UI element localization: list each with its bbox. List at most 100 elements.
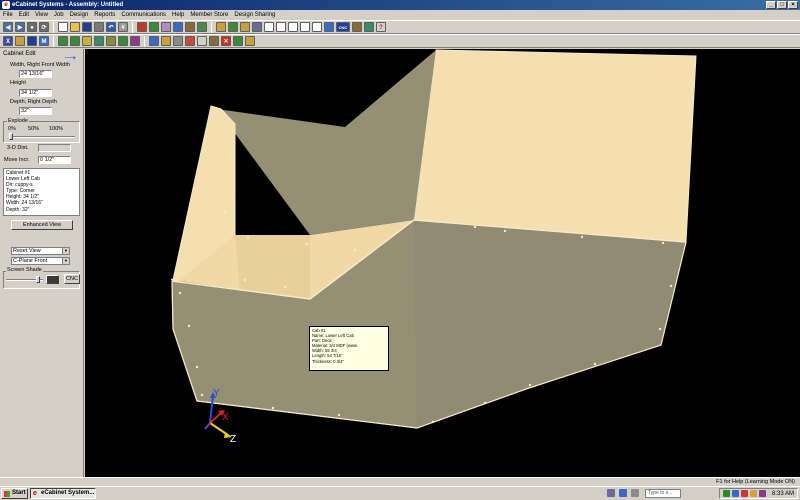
save-icon[interactable] [82, 22, 92, 32]
grid-icon[interactable]: # [118, 22, 128, 32]
explode-slider-track [9, 136, 75, 138]
menu-file[interactable]: File [3, 10, 13, 20]
measure-icon[interactable] [185, 36, 195, 46]
cabinet-icon[interactable] [228, 22, 238, 32]
open-folder-icon[interactable] [70, 22, 80, 32]
part-icon[interactable] [216, 22, 226, 32]
expand-arrow-icon[interactable]: ⟶ [60, 54, 80, 62]
color-icon[interactable] [137, 22, 147, 32]
menu-job[interactable]: Job [54, 10, 64, 20]
settings-icon[interactable] [364, 22, 374, 32]
assemble-icon[interactable] [245, 36, 255, 46]
cab-rotate-icon[interactable] [130, 36, 140, 46]
report2-icon[interactable] [276, 22, 286, 32]
cab-drawer-icon[interactable] [82, 36, 92, 46]
app-logo-icon: e [2, 1, 10, 9]
panel-icon[interactable] [233, 36, 243, 46]
report-icon[interactable] [264, 22, 274, 32]
windows-logo-icon [4, 491, 10, 497]
start-button[interactable]: Start [1, 488, 28, 499]
info-line: Depth: 32" [6, 206, 30, 213]
enhanced-view-button[interactable]: Enhanced View [11, 220, 73, 230]
menu-design[interactable]: Design [70, 10, 89, 20]
view-icon[interactable] [149, 36, 159, 46]
cab-corner-icon[interactable] [106, 36, 116, 46]
menu-edit[interactable]: Edit [19, 10, 29, 20]
machine-icon[interactable] [352, 22, 362, 32]
cnc-icon[interactable]: CNC [336, 22, 350, 32]
menu-design-sharing[interactable]: Design Sharing [234, 10, 275, 20]
depth-field[interactable]: 32" [19, 107, 52, 115]
print-icon[interactable] [94, 22, 104, 32]
system-tray: 8:33 AM [718, 488, 798, 499]
help-icon[interactable]: ? [376, 22, 386, 32]
quick-launch-icon-1[interactable] [607, 489, 615, 497]
menu-help[interactable]: Help [172, 10, 184, 20]
3d-viewport[interactable]: Y X Z Cab #1 Name: Lower Left Cab Part: De… [85, 49, 800, 477]
menu-reports[interactable]: Reports [94, 10, 115, 20]
main-icon[interactable]: M [39, 36, 49, 46]
toolbar-separator [53, 21, 54, 33]
drawer-icon[interactable] [240, 22, 250, 32]
close-button[interactable]: × [788, 1, 798, 9]
network-icon[interactable] [324, 22, 334, 32]
start-label: Start [12, 490, 26, 496]
layout-icon[interactable] [161, 36, 171, 46]
spacer-icon[interactable] [197, 36, 207, 46]
taskbar-item-label: eCabinet System... [41, 490, 95, 496]
cab-face-icon[interactable] [94, 36, 104, 46]
move-incr-field[interactable]: 0 1/2" [38, 156, 71, 164]
door-icon[interactable] [197, 22, 207, 32]
height-field[interactable]: 34 1/2" [19, 89, 52, 97]
camera-icon[interactable] [173, 36, 183, 46]
undo-icon[interactable]: ↶ [106, 22, 116, 32]
security-tray-icon[interactable] [740, 490, 748, 497]
width-field[interactable]: 24 13/16" [19, 70, 52, 78]
network-tray-icon[interactable] [722, 490, 730, 497]
volume-tray-icon[interactable] [749, 490, 757, 497]
edge-icon[interactable] [173, 22, 183, 32]
refresh-icon[interactable]: ⟳ [39, 22, 49, 32]
minimize-button[interactable]: _ [766, 1, 776, 9]
shade-color-button[interactable] [46, 275, 59, 284]
menu-member-store[interactable]: Member Store [190, 10, 228, 20]
shelf-icon[interactable] [252, 22, 262, 32]
divider-icon[interactable] [209, 36, 219, 46]
tooltip-line: Thickness: 0 3/4" [312, 358, 344, 364]
cab-tall-icon[interactable] [118, 36, 128, 46]
taskbar-item-ecabinet[interactable]: e eCabinet System... [30, 488, 96, 499]
close-x-icon[interactable]: X [3, 36, 13, 46]
window-title: eCabinet Systems - Assembly: Untitled [12, 2, 124, 8]
update-tray-icon[interactable] [731, 490, 739, 497]
taskbar-search-input[interactable]: Type to s... [645, 489, 681, 498]
app-window: e eCabinet Systems - Assembly: Untitled … [0, 0, 800, 500]
menu-communications[interactable]: Communications [121, 10, 166, 20]
new-file-icon[interactable] [58, 22, 68, 32]
dist-field[interactable] [38, 144, 71, 152]
explode-slider-thumb[interactable] [9, 133, 13, 140]
plane-select[interactable]: C-Plane Front ▼ [11, 257, 70, 265]
forward-arrow-icon[interactable]: ▶ [15, 22, 25, 32]
quick-launch-icon-3[interactable] [631, 489, 639, 497]
delete-icon[interactable]: ✕ [221, 36, 231, 46]
material-icon[interactable] [161, 22, 171, 32]
tray-icon-5[interactable] [758, 490, 766, 497]
report3-icon[interactable] [288, 22, 298, 32]
list-icon[interactable] [300, 22, 310, 32]
stop-icon[interactable]: ● [27, 22, 37, 32]
tree-icon[interactable] [149, 22, 159, 32]
quick-launch-icon-2[interactable] [619, 489, 627, 497]
save-disk-icon[interactable] [27, 36, 37, 46]
cab-door-icon[interactable] [70, 36, 80, 46]
shade-slider-thumb[interactable] [35, 276, 40, 283]
view-select[interactable]: Reset View ▼ [11, 247, 70, 255]
open-icon[interactable] [15, 36, 25, 46]
maximize-button[interactable]: □ [777, 1, 787, 9]
hardware-icon[interactable] [185, 22, 195, 32]
screen-shade-label: Screen Shade [6, 267, 43, 274]
menu-view[interactable]: View [35, 10, 48, 20]
cutlist-icon[interactable] [312, 22, 322, 32]
cnc-button[interactable]: CNC [64, 274, 80, 284]
back-arrow-icon[interactable]: ◀ [3, 22, 13, 32]
cab-green-icon[interactable] [58, 36, 68, 46]
